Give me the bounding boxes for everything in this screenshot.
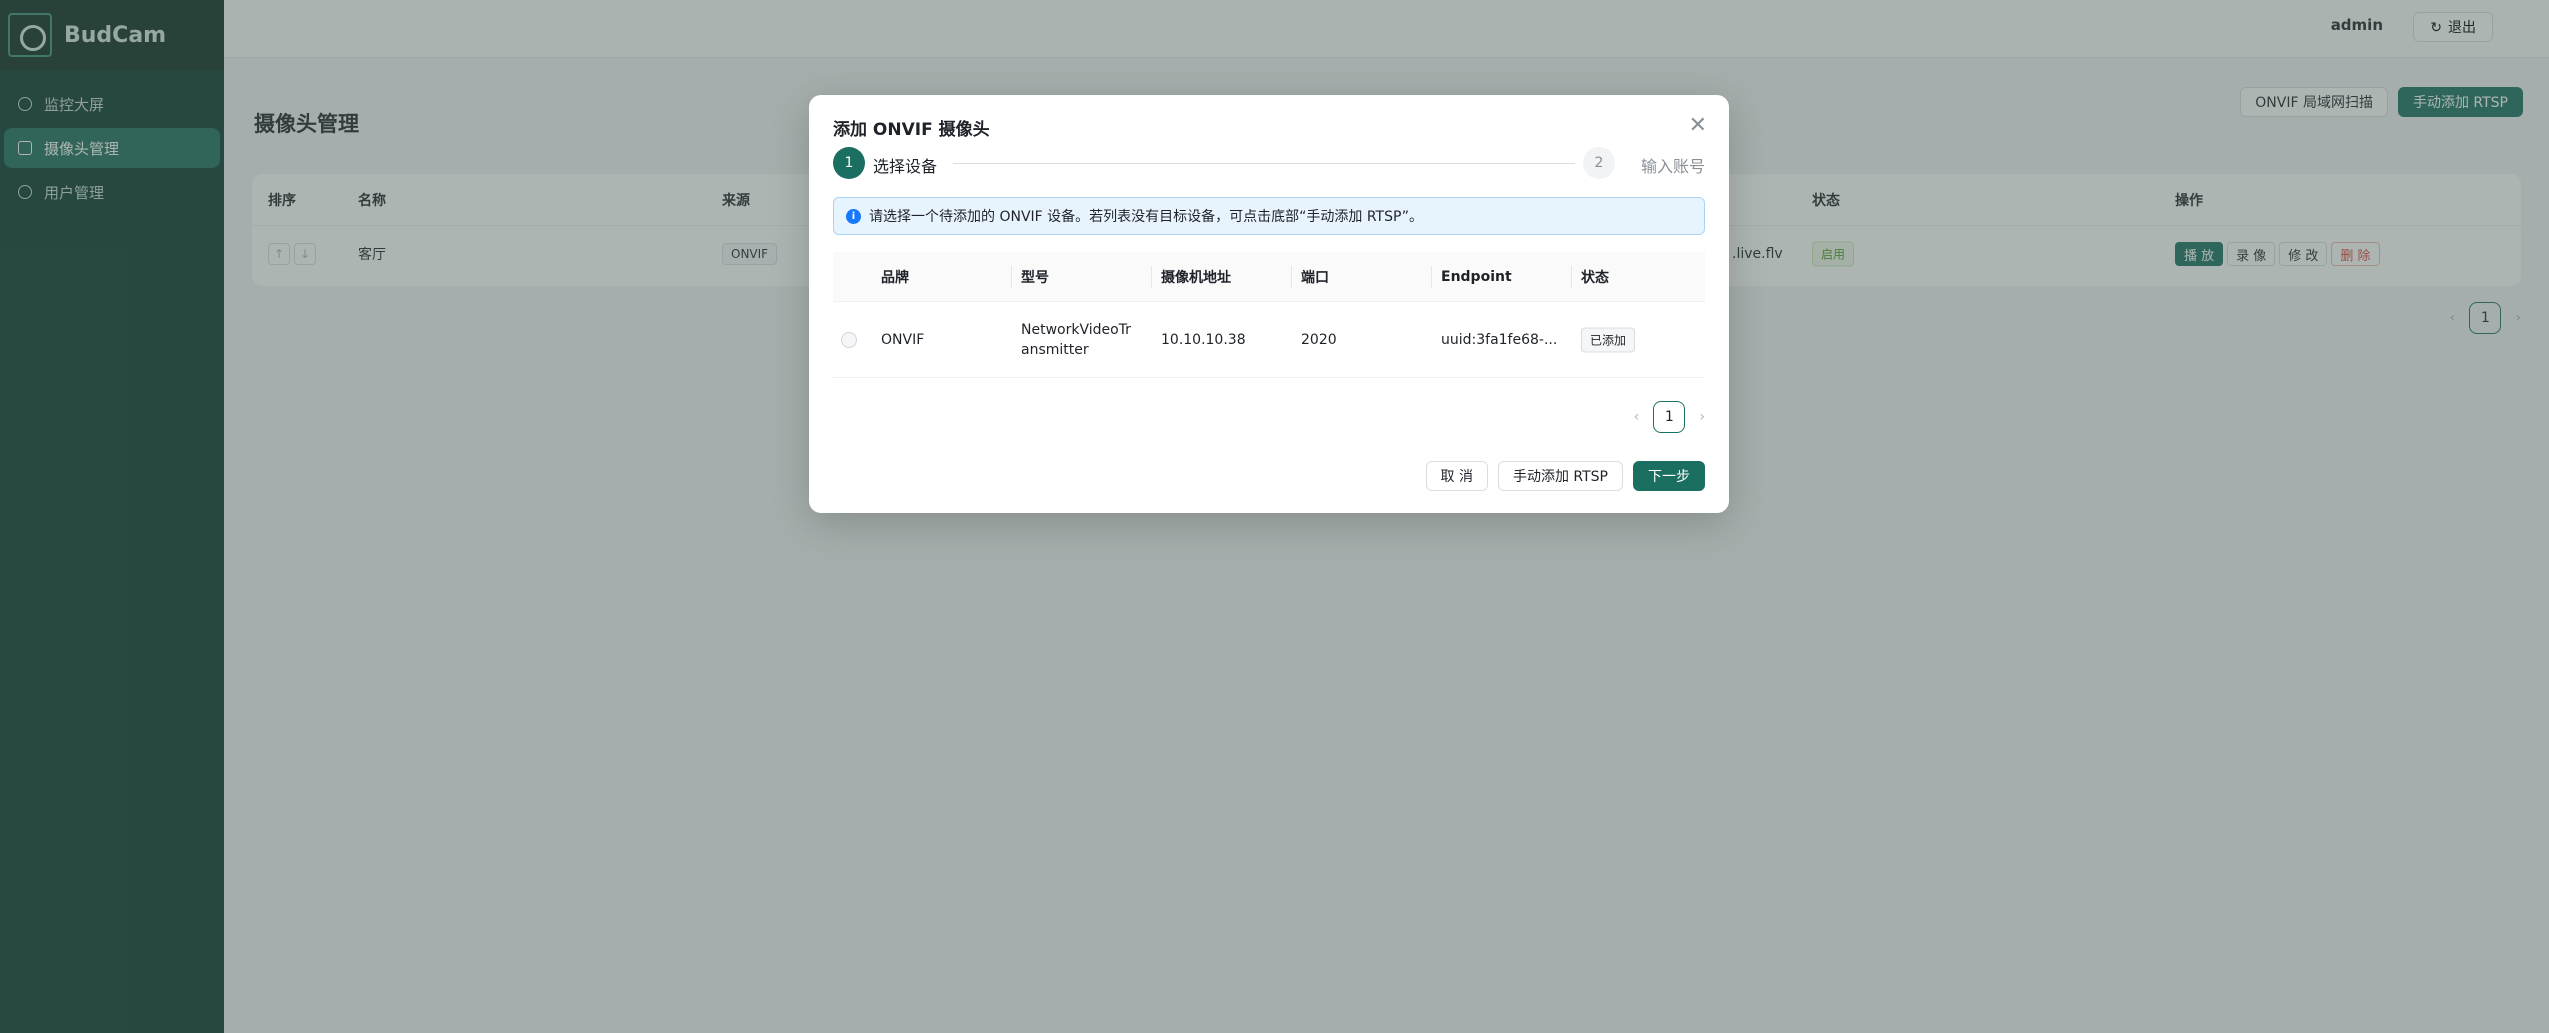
device-port: 2020 <box>1301 331 1337 348</box>
page-number[interactable]: 1 <box>1653 401 1686 433</box>
dialog-footer: 取 消 手动添加 RTSP 下一步 <box>1425 461 1705 491</box>
step-1-label: 选择设备 <box>873 157 938 176</box>
cancel-button[interactable]: 取 消 <box>1425 461 1488 491</box>
device-table-header: 品牌 型号 摄像机地址 端口 Endpoint 状态 <box>833 252 1705 302</box>
dialog-pagination: ‹ 1 › <box>1634 401 1705 433</box>
col-brand: 品牌 <box>881 269 909 286</box>
step-1-circle: 1 <box>833 147 865 179</box>
col-separator <box>1011 266 1012 288</box>
device-endpoint: uuid:3fa1fe68-... <box>1441 331 1558 348</box>
col-separator <box>1571 266 1572 288</box>
row-radio[interactable] <box>841 331 857 348</box>
manual-rtsp-button[interactable]: 手动添加 RTSP <box>1497 461 1623 491</box>
device-model: NetworkVideoTransmitter <box>1021 321 1131 358</box>
device-status-badge: 已添加 <box>1581 327 1636 352</box>
col-separator <box>1291 266 1292 288</box>
col-separator <box>1151 266 1152 288</box>
col-port: 端口 <box>1301 269 1329 286</box>
device-table: 品牌 型号 摄像机地址 端口 Endpoint 状态 ONVIF Network… <box>833 252 1705 378</box>
col-address: 摄像机地址 <box>1161 269 1231 286</box>
add-onvif-dialog: 添加 ONVIF 摄像头 ✕ 1 选择设备 2 输入账号 i 请选择一个待添加的… <box>809 95 1729 513</box>
col-endpoint: Endpoint <box>1441 268 1512 285</box>
col-device-status: 状态 <box>1581 269 1609 286</box>
col-model: 型号 <box>1021 269 1049 286</box>
info-alert: i 请选择一个待添加的 ONVIF 设备。若列表没有目标设备，可点击底部“手动添… <box>833 197 1705 235</box>
next-page-icon[interactable]: › <box>1699 409 1705 425</box>
device-address: 10.10.10.38 <box>1161 331 1246 348</box>
step-divider <box>953 163 1575 164</box>
alert-text: 请选择一个待添加的 ONVIF 设备。若列表没有目标设备，可点击底部“手动添加 … <box>869 209 1423 225</box>
step-2-circle: 2 <box>1583 147 1615 179</box>
device-brand: ONVIF <box>881 331 925 348</box>
steps: 1 选择设备 2 输入账号 <box>833 147 1705 179</box>
step-2-label: 输入账号 <box>1640 157 1705 176</box>
dialog-title: 添加 ONVIF 摄像头 <box>833 120 990 140</box>
table-row[interactable]: ONVIF NetworkVideoTransmitter 10.10.10.3… <box>833 302 1705 378</box>
prev-page-icon[interactable]: ‹ <box>1634 409 1640 425</box>
close-icon[interactable]: ✕ <box>1689 113 1707 138</box>
col-separator <box>1431 266 1432 288</box>
next-step-button[interactable]: 下一步 <box>1633 461 1705 491</box>
info-icon: i <box>846 208 861 224</box>
